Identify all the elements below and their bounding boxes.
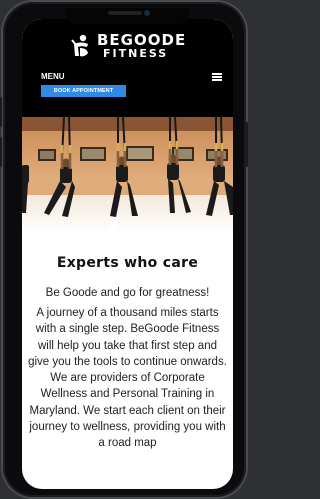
slider-dot-2[interactable] bbox=[121, 221, 129, 229]
logo-mark-icon bbox=[71, 34, 88, 57]
slider-dot-3[interactable] bbox=[132, 221, 140, 229]
speaker bbox=[108, 11, 142, 15]
hamburger-menu-icon[interactable] bbox=[212, 73, 222, 81]
site-header: BEGOODE FITNESS MENU BOOK APPOINTMENT bbox=[22, 19, 233, 117]
slider-pagination bbox=[110, 221, 140, 229]
logo-subtitle: FITNESS bbox=[103, 47, 169, 60]
screen: BEGOODE FITNESS MENU BOOK APPOINTMENT Ex… bbox=[22, 19, 233, 489]
intro-paragraph: A journey of a thousand miles starts wit… bbox=[28, 307, 227, 450]
front-camera bbox=[144, 10, 150, 16]
slider-dot-1[interactable] bbox=[110, 221, 118, 229]
section-heading: Experts who care bbox=[56, 255, 199, 271]
menu-label[interactable]: MENU bbox=[41, 72, 65, 81]
power-button bbox=[245, 122, 248, 167]
volume-button bbox=[0, 97, 2, 127]
hero-slider bbox=[22, 117, 233, 233]
volume-button bbox=[0, 137, 2, 167]
hero-image bbox=[22, 117, 233, 233]
main-content: Experts who care Be Goode and go for gre… bbox=[22, 255, 233, 452]
phone-frame: BEGOODE FITNESS MENU BOOK APPOINTMENT Ex… bbox=[0, 2, 248, 497]
site-logo[interactable]: BEGOODE FITNESS bbox=[70, 32, 200, 66]
book-appointment-button[interactable]: BOOK APPOINTMENT bbox=[41, 85, 126, 97]
tagline: Be Goode and go for greatness! bbox=[45, 287, 210, 299]
logo-title: BEGOODE bbox=[97, 31, 187, 49]
